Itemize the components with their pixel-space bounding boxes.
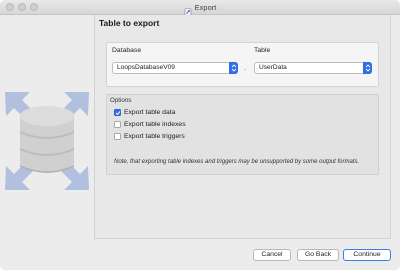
- export-table-triggers-checkbox[interactable]: Export table triggers: [114, 133, 185, 140]
- cancel-button[interactable]: Cancel: [253, 249, 291, 261]
- export-panel: Table to export Database Table LoopsData…: [94, 15, 391, 239]
- chevron-updown-icon: [363, 62, 372, 74]
- export-window: Export Table to export Database Table Lo…: [0, 0, 400, 270]
- checkmark-icon: [115, 111, 121, 116]
- export-table-indexes-checkbox[interactable]: Export table indexes: [114, 121, 186, 128]
- table-label: Table: [254, 47, 271, 54]
- export-note: Note, that exporting table indexes and t…: [114, 159, 360, 165]
- database-export-icon: [0, 86, 94, 196]
- checkbox-checked[interactable]: [114, 109, 121, 116]
- checkbox-label: Export table indexes: [124, 121, 186, 128]
- continue-button[interactable]: Continue: [343, 249, 391, 261]
- options-heading: Options: [110, 97, 132, 104]
- go-back-button[interactable]: Go Back: [297, 249, 339, 261]
- app-icon: [184, 3, 192, 16]
- separator: .: [244, 65, 246, 72]
- table-select-value: UserData: [259, 64, 287, 71]
- options-group: Options Export table data Export table i…: [106, 94, 379, 175]
- checkbox-label: Export table data: [124, 109, 176, 116]
- table-select[interactable]: UserData: [254, 62, 372, 74]
- database-select[interactable]: LoopsDatabaseV09: [112, 62, 238, 74]
- export-table-data-checkbox[interactable]: Export table data: [114, 109, 175, 116]
- checkbox-unchecked[interactable]: [114, 133, 121, 140]
- chevron-updown-icon: [229, 62, 238, 74]
- window-title-group: Export: [0, 0, 400, 16]
- database-label: Database: [112, 47, 142, 54]
- window-title: Export: [194, 2, 217, 12]
- checkbox-unchecked[interactable]: [114, 121, 121, 128]
- title-bar: Export: [0, 0, 400, 16]
- database-select-value: LoopsDatabaseV09: [117, 64, 175, 71]
- source-selection-group: Database Table LoopsDatabaseV09 . UserDa…: [106, 42, 379, 87]
- page-title: Table to export: [99, 18, 160, 28]
- checkbox-label: Export table triggers: [124, 133, 185, 140]
